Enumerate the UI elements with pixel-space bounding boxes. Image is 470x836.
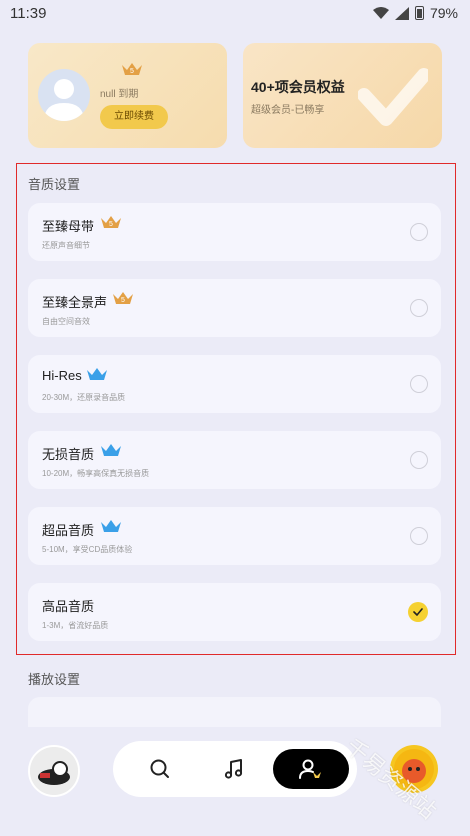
wifi-icon xyxy=(372,7,389,19)
option-name: Hi-Res xyxy=(42,368,82,383)
radio-unchecked[interactable] xyxy=(410,375,428,393)
checkmark-decor-icon xyxy=(358,68,428,126)
option-desc: 10-20M，畅享高保真无损音质 xyxy=(42,469,150,478)
status-icons: 79% xyxy=(372,5,458,21)
tab-search[interactable] xyxy=(141,750,179,788)
vip-crown-icon: 5 xyxy=(122,63,142,75)
quality-option-atmos[interactable]: 至臻全景声 5 自由空间音效 xyxy=(28,279,441,337)
crown-gold-icon: 5 xyxy=(101,216,121,228)
crown-blue-icon xyxy=(87,368,107,380)
option-name: 无损音质 xyxy=(42,447,95,462)
option-desc: 20-30M，还原录音品质 xyxy=(42,393,126,402)
option-desc: 还原声音细节 xyxy=(42,241,90,250)
crown-blue-icon xyxy=(101,444,121,456)
bottom-tab-bar xyxy=(113,741,357,797)
quality-option-high[interactable]: 高品音质 1-3M，省流好品质 xyxy=(28,583,441,641)
badge-level: 5 xyxy=(121,297,125,304)
mini-player-cover[interactable] xyxy=(28,745,80,797)
battery-percent: 79% xyxy=(429,5,458,21)
radio-unchecked[interactable] xyxy=(410,299,428,317)
vip-level: 5 xyxy=(130,68,134,75)
option-name: 至臻母带 xyxy=(42,219,95,234)
check-icon xyxy=(413,608,423,616)
status-time: 11:39 xyxy=(10,5,47,22)
quality-option-master[interactable]: 至臻母带 5 还原声音细节 xyxy=(28,203,441,261)
radio-unchecked[interactable] xyxy=(410,451,428,469)
benefit-subtitle: 超级会员-已畅享 xyxy=(251,105,325,116)
default-avatar-icon xyxy=(44,79,84,121)
album-cover-icon xyxy=(30,747,78,795)
crown-gold-icon: 5 xyxy=(113,292,133,304)
radio-unchecked[interactable] xyxy=(410,223,428,241)
option-desc: 1-3M，省流好品质 xyxy=(42,621,109,630)
renew-button[interactable]: 立即续费 xyxy=(100,105,168,129)
option-desc: 自由空间音效 xyxy=(42,317,90,326)
profile-icon xyxy=(299,759,321,779)
option-name: 高品音质 xyxy=(42,599,95,614)
user-avatar[interactable] xyxy=(38,69,90,121)
option-name: 超品音质 xyxy=(42,523,95,538)
battery-icon xyxy=(414,6,424,20)
quality-option-hires[interactable]: Hi-Res 20-30M，还原录音品质 xyxy=(28,355,441,413)
benefit-title: 40+项会员权益 xyxy=(251,79,345,95)
option-name: 至臻全景声 xyxy=(42,295,108,310)
tab-music[interactable] xyxy=(215,750,253,788)
quality-section-title: 音质设置 xyxy=(28,177,81,192)
music-note-icon xyxy=(224,759,243,779)
quality-option-super[interactable]: 超品音质 5-10M，享受CD品质体验 xyxy=(28,507,441,565)
search-icon xyxy=(150,759,169,778)
quality-option-lossless[interactable]: 无损音质 10-20M，畅享高保真无损音质 xyxy=(28,431,441,489)
membership-expiry: null 到期 xyxy=(100,89,139,100)
tab-profile[interactable] xyxy=(273,749,349,789)
option-desc: 5-10M，享受CD品质体验 xyxy=(42,545,133,554)
status-bar: 11:39 79% xyxy=(0,0,470,28)
signal-icon xyxy=(394,6,409,20)
playback-settings-card[interactable] xyxy=(28,697,441,727)
badge-level: 5 xyxy=(109,221,113,228)
playback-section-title: 播放设置 xyxy=(28,672,81,687)
crown-blue-icon xyxy=(101,520,121,532)
benefit-card[interactable]: 40+项会员权益 超级会员-已畅享 xyxy=(243,43,442,148)
radio-unchecked[interactable] xyxy=(410,527,428,545)
vip-card[interactable]: 5 null 到期 立即续费 xyxy=(28,43,227,148)
radio-checked[interactable] xyxy=(408,602,428,622)
